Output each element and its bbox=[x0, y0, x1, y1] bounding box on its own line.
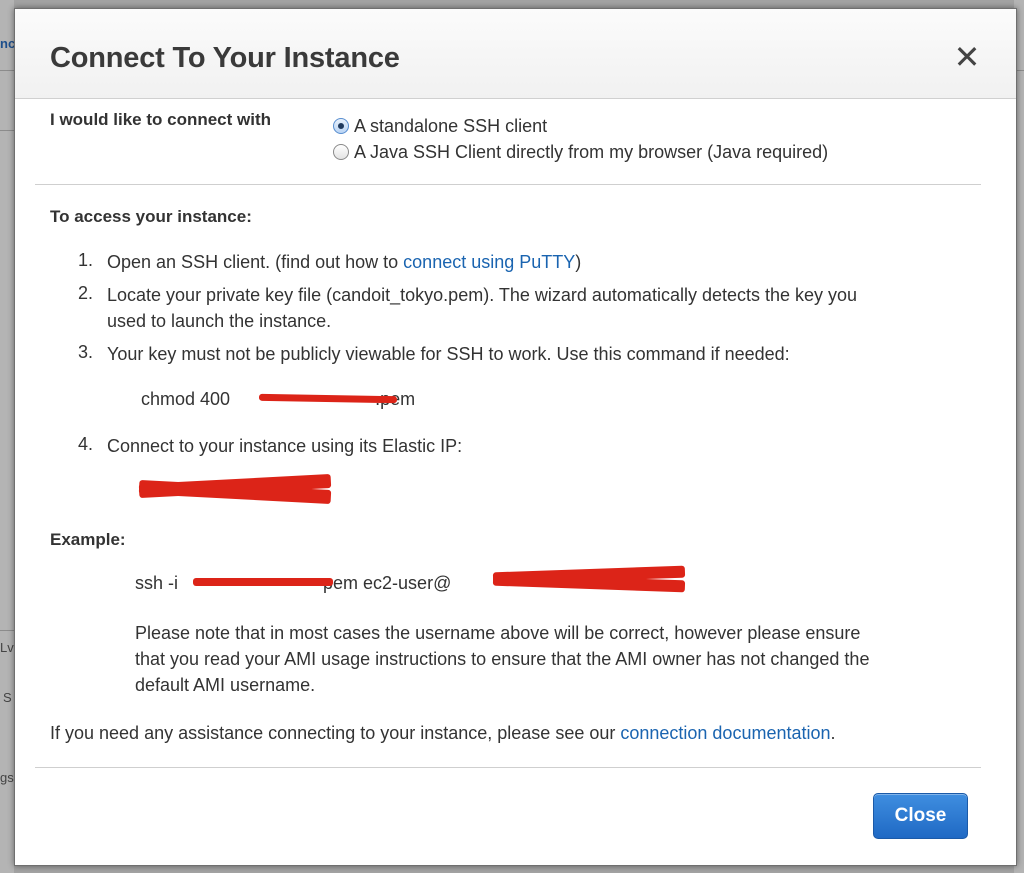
step-number: 1. bbox=[78, 250, 94, 270]
step-2: Locate your private key file (candoit_to… bbox=[107, 282, 857, 334]
assistance-text-before: If you need any assistance connecting to… bbox=[50, 723, 621, 743]
step-text: Open an SSH client. (find out how to bbox=[107, 252, 404, 272]
background-text: nc bbox=[0, 36, 14, 51]
close-button[interactable]: Close bbox=[873, 793, 968, 839]
step-text: Locate your private key file (candoit_to… bbox=[107, 285, 858, 305]
step-3: Your key must not be publicly viewable f… bbox=[107, 344, 790, 364]
command-text: chmod 400 bbox=[141, 389, 236, 409]
radio-standalone-ssh[interactable]: A standalone SSH client bbox=[333, 115, 547, 137]
radio-label: A Java SSH Client directly from my brows… bbox=[354, 141, 829, 162]
step-number: 4. bbox=[78, 434, 94, 454]
assistance-text: If you need any assistance connecting to… bbox=[50, 720, 836, 746]
redaction-mark bbox=[193, 578, 333, 586]
note-line: Please note that in most cases the usern… bbox=[135, 623, 861, 643]
note-line: that you read your AMI usage instruction… bbox=[135, 649, 870, 669]
ami-username-note: Please note that in most cases the usern… bbox=[135, 620, 869, 698]
radio-button-checked[interactable] bbox=[333, 118, 349, 134]
step-text: ) bbox=[575, 252, 582, 272]
example-heading: Example: bbox=[50, 530, 126, 549]
connect-instance-dialog: Connect To Your Instance ✕ I would like … bbox=[14, 8, 1017, 866]
step-text: used to launch the instance. bbox=[107, 311, 332, 331]
command-text: ssh -i bbox=[135, 573, 184, 593]
radio-java-ssh[interactable]: A Java SSH Client directly from my brows… bbox=[333, 141, 828, 163]
dialog-title: Connect To Your Instance bbox=[50, 42, 400, 74]
step-number: 3. bbox=[78, 342, 94, 362]
step-4: Connect to your instance using its Elast… bbox=[107, 436, 463, 456]
dialog-header: Connect To Your Instance ✕ bbox=[15, 9, 1016, 99]
background-divider bbox=[0, 70, 14, 71]
background-text: S bbox=[3, 690, 12, 705]
connect-with-label: I would like to connect with bbox=[50, 110, 272, 129]
access-heading: To access your instance: bbox=[50, 207, 252, 226]
putty-link[interactable]: connect using PuTTY bbox=[403, 252, 575, 272]
radio-label: A standalone SSH client bbox=[354, 115, 548, 136]
assistance-text-after: . bbox=[830, 723, 836, 743]
background-divider bbox=[0, 630, 14, 631]
background-text: gs bbox=[0, 770, 14, 785]
background-divider bbox=[0, 130, 14, 131]
close-icon[interactable]: ✕ bbox=[953, 41, 981, 73]
radio-button[interactable] bbox=[333, 144, 349, 160]
section-divider bbox=[35, 184, 981, 185]
command-text: pem ec2-user@ bbox=[323, 573, 452, 593]
footer-divider bbox=[35, 767, 981, 768]
connection-documentation-link[interactable]: connection documentation bbox=[620, 723, 830, 743]
note-line: default AMI username. bbox=[135, 675, 316, 695]
background-text: Lv bbox=[0, 640, 14, 655]
step-1: Open an SSH client. (find out how to con… bbox=[107, 249, 581, 275]
step-number: 2. bbox=[78, 283, 94, 303]
